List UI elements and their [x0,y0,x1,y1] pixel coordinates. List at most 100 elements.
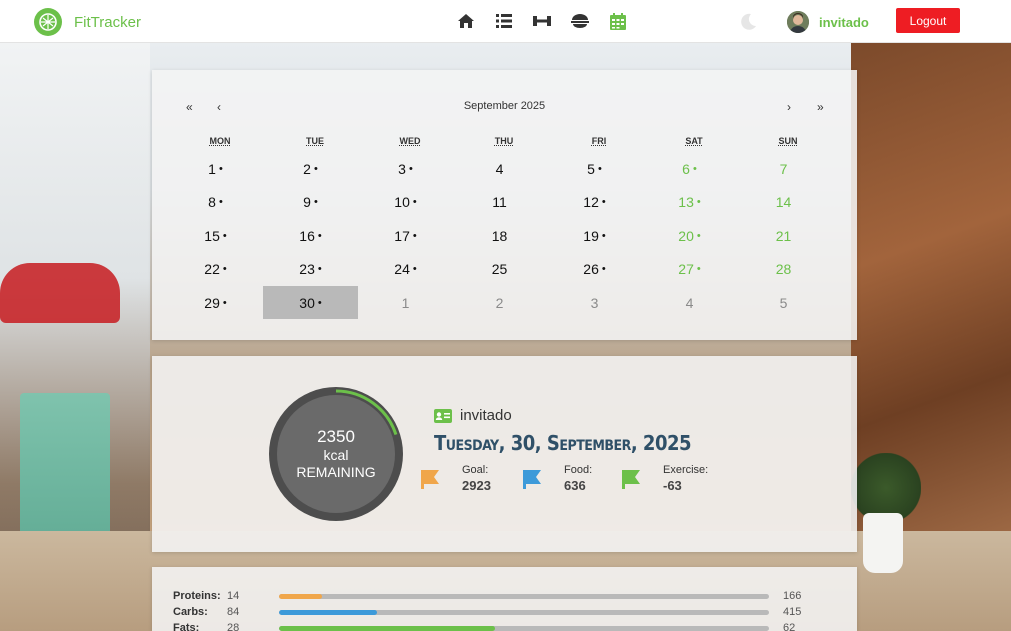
calendar-day[interactable]: 11 [452,185,547,218]
list-icon[interactable] [493,11,514,31]
calendar-day[interactable]: 24 • [358,252,453,285]
prev-month-button[interactable]: ‹ [217,100,221,114]
app-name: FitTracker [74,13,141,31]
calendar-day[interactable]: 29 • [168,286,263,319]
macro-name: Carbs: [173,606,208,618]
calendar-day[interactable]: 4 [642,286,737,319]
calendar-day[interactable]: 10 • [358,185,453,218]
calendar-day[interactable]: 3 • [358,152,453,185]
calendar-day[interactable]: 13 • [642,185,737,218]
calendar-day[interactable]: 19 • [547,219,642,252]
calendar-day[interactable]: 26 • [547,252,642,285]
calendar-day[interactable]: 18 [452,219,547,252]
stat-label: Food: [564,464,593,476]
calendar-day[interactable]: 12 • [547,185,642,218]
calendar-day[interactable]: 17 • [358,219,453,252]
stat-value: -63 [663,478,682,493]
day-number: 20 [678,227,694,244]
macro-goal: 166 [783,590,802,602]
day-number: 5 [779,294,788,311]
macro-goal: 415 [783,606,802,618]
calendar-icon[interactable] [607,11,628,31]
day-number: 3 [398,160,406,177]
last-year-button[interactable]: » [817,100,824,114]
calendar-day[interactable]: 16 • [263,219,358,252]
day-number: 21 [775,227,792,244]
calendar-day[interactable]: 22 • [168,252,263,285]
day-number: 12 [583,193,599,210]
calendar-day[interactable]: 15 • [168,219,263,252]
weekday-wed: WED [399,136,421,146]
day-number: 1 [208,160,216,177]
logout-button[interactable]: Logout [896,8,960,33]
calendar-day[interactable]: 6 • [642,152,737,185]
stat-label: Exercise: [663,464,709,476]
day-number: 15 [204,227,220,244]
calendar-day[interactable]: 1 [358,286,453,319]
macro-progress-fill [279,609,377,615]
entry-dot: • [222,262,227,275]
entry-dot: • [696,262,701,275]
day-number: 24 [394,260,410,277]
calendar-day[interactable]: 21 [736,219,831,252]
day-number: 5 [587,160,595,177]
calendar-day[interactable]: 27 • [642,252,737,285]
main-nav [455,11,628,31]
summary-user-name: invitado [460,407,512,424]
stat-value: 2923 [462,478,491,493]
calendar-day[interactable]: 9 • [263,185,358,218]
calendar-day[interactable]: 2 [452,286,547,319]
moon-icon[interactable] [738,12,758,32]
calendar-day[interactable]: 4 [452,152,547,185]
entry-dot: • [317,262,322,275]
calendar-day[interactable]: 25 [452,252,547,285]
entry-dot: • [218,195,223,208]
weekday-sat: SAT [685,136,703,146]
calendar-day[interactable]: 28 [736,252,831,285]
navbar: FitTracker invitado Logout [0,0,1011,43]
day-number: 9 [303,193,311,210]
macro-name: Proteins: [173,590,221,602]
stat-goal: Goal: 2923 [420,464,491,493]
macro-goal: 62 [783,622,796,631]
weekday-sun: SUN [778,136,798,146]
home-icon[interactable] [455,11,476,31]
calendar-day[interactable]: 2 • [263,152,358,185]
summary-date: Tuesday, 30, September, 2025 [434,431,692,455]
calendar-day[interactable]: 3 [547,286,642,319]
brand-link[interactable]: FitTracker [34,8,141,36]
daily-summary-panel: 2350 kcal REMAINING invitado Tuesday, 30… [152,356,857,552]
day-number: 14 [775,193,792,210]
next-month-button[interactable]: › [787,100,791,114]
first-year-button[interactable]: « [186,100,193,114]
entry-dot: • [696,195,701,208]
macro-row: Fats: 28 62 [173,621,833,631]
entry-dot: • [696,229,701,242]
day-number: 19 [583,227,599,244]
calendar-day[interactable]: 23 • [263,252,358,285]
calendar-day[interactable]: 7 [736,152,831,185]
day-number: 2 [495,294,504,311]
calendar-day[interactable]: 20 • [642,219,737,252]
calendar-day[interactable]: 5 • [547,152,642,185]
entry-dot: • [597,162,602,175]
macro-progress-fill [279,625,495,631]
macro-row: Carbs: 84 415 [173,605,833,619]
flag-icon [523,469,541,489]
user-menu[interactable]: invitado [787,11,869,33]
entry-dot: • [601,229,606,242]
calendar-day[interactable]: 8 • [168,185,263,218]
bowl-icon[interactable] [569,11,590,31]
calendar-day[interactable]: 1 • [168,152,263,185]
calendar-title[interactable]: September 2025 [152,100,857,112]
calendar-day[interactable]: 30 • [263,286,358,319]
calendar-day[interactable]: 5 [736,286,831,319]
entry-dot: • [412,229,417,242]
kcal-unit: kcal [323,447,349,463]
dumbbell-icon[interactable] [531,11,552,31]
calendar-header: September 2025 « ‹ › » [152,100,857,116]
weekday-mon: MON [209,136,231,146]
entry-dot: • [601,262,606,275]
calendar-day[interactable]: 14 [736,185,831,218]
flag-icon [622,469,640,489]
